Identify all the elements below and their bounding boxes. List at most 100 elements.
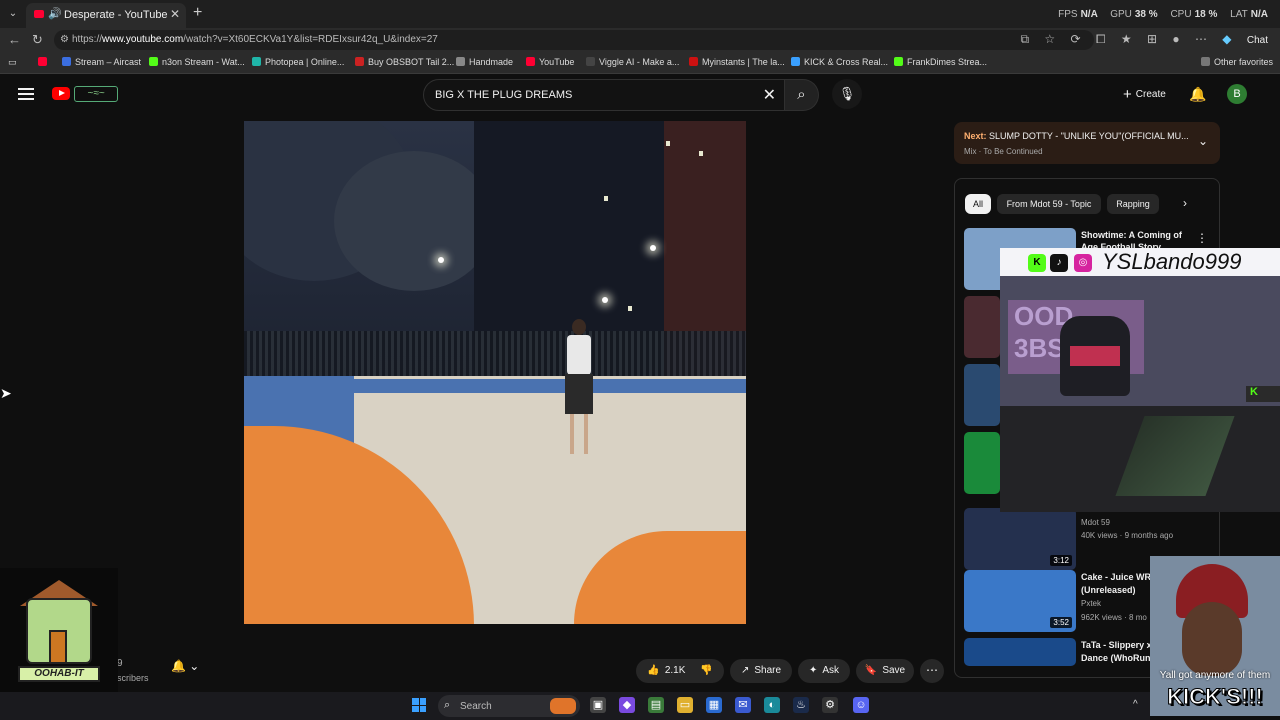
avatar[interactable]: B: [1227, 84, 1247, 104]
site-info-icon[interactable]: ⚙: [60, 34, 69, 45]
next-subtitle: Mix · To Be Continued: [964, 147, 1043, 156]
search-input[interactable]: BIG X THE PLUG DREAMS ✕: [423, 79, 785, 111]
clear-search-icon[interactable]: ✕: [763, 85, 776, 105]
lat-value: N/A: [1250, 9, 1268, 20]
bookmark-item[interactable]: Buy OBSBOT Tail 2...: [355, 57, 454, 67]
chat-button[interactable]: Chat: [1247, 35, 1268, 46]
save-button[interactable]: 🔖 Save: [856, 659, 914, 683]
chip-rapping[interactable]: Rapping: [1107, 194, 1159, 214]
chevron-right-icon[interactable]: ›: [1183, 196, 1187, 210]
settings-gear-icon[interactable]: ⚙: [822, 697, 838, 713]
related-video-channel[interactable]: Pxtek: [1081, 599, 1101, 608]
like-button[interactable]: 👍 2.1K: [647, 665, 685, 676]
person-figure: [562, 319, 596, 459]
guide-menu-icon[interactable]: [18, 88, 34, 100]
taskbar-search-label: Search: [460, 701, 492, 712]
system-tray-chevron-icon[interactable]: ^: [1133, 699, 1138, 710]
related-video-thumbnail[interactable]: 3:12: [964, 508, 1076, 570]
video-duration: 3:12: [1050, 555, 1072, 566]
related-video-thumbnail[interactable]: [964, 638, 1076, 666]
store-icon[interactable]: ▤: [648, 697, 664, 713]
youtube-doodle-icon[interactable]: ~≈~: [74, 86, 118, 102]
subscriber-count: scribers: [117, 673, 149, 683]
profile-icon[interactable]: ●: [1172, 32, 1179, 46]
refresh-extension-icon[interactable]: ⟳: [1070, 32, 1080, 46]
related-video-title[interactable]: TaTa - Slippery x: [1081, 640, 1152, 650]
dislike-button[interactable]: 👎: [700, 665, 712, 676]
bookmark-item[interactable]: Stream – Aircast: [62, 57, 141, 67]
back-icon[interactable]: ←: [8, 32, 21, 47]
app-icon[interactable]: ▦: [706, 697, 722, 713]
playlist-next-panel[interactable]: Next: SLUMP DOTTY - "UNLIKE YOU"(OFFICIA…: [954, 122, 1220, 164]
tab-close-icon[interactable]: ✕: [170, 7, 180, 21]
share-button[interactable]: ↗ Share: [730, 659, 792, 683]
logo-ribbon: OOHAB-IT: [18, 666, 100, 682]
search-button[interactable]: ⌕: [785, 79, 819, 111]
bookmark-item[interactable]: n3on Stream - Wat...: [149, 57, 245, 67]
address-bar-row: ← ↻ ⚙ https://www.youtube.com/watch?v=Xt…: [0, 28, 1280, 52]
related-video-title-line2[interactable]: Dance (WhoRun: [1081, 653, 1151, 663]
related-video-thumbnail[interactable]: [964, 364, 1000, 426]
reload-icon[interactable]: ↻: [32, 32, 43, 48]
related-video-title-line2[interactable]: (Unreleased): [1081, 585, 1136, 595]
related-video-channel[interactable]: Mdot 59: [1081, 518, 1110, 527]
more-actions-button[interactable]: ⋯: [920, 659, 944, 683]
favorite-star-icon[interactable]: ☆: [1044, 32, 1055, 46]
related-video-thumbnail[interactable]: 3:52: [964, 570, 1076, 632]
other-favorites[interactable]: Other favorites: [1201, 57, 1273, 67]
bookmark-youtube-icon[interactable]: [38, 57, 51, 67]
door-shape: [49, 630, 67, 664]
windows-start-icon[interactable]: [412, 698, 426, 712]
bookmark-item[interactable]: Photopea | Online...: [252, 57, 344, 67]
collections-icon[interactable]: ⊞: [1147, 32, 1157, 46]
bookmarks-menu-icon[interactable]: ▭: [8, 57, 17, 68]
window-light: [666, 141, 670, 146]
file-explorer-icon[interactable]: ▭: [677, 697, 693, 713]
meme-caption-small: Yall got anymore of them: [1159, 670, 1271, 681]
plus-icon: +: [1123, 86, 1132, 103]
related-video-title[interactable]: Showtime: A Coming of: [1081, 230, 1182, 240]
more-menu-icon[interactable]: ⋯: [1195, 32, 1207, 46]
video-player[interactable]: [244, 121, 746, 624]
bookmark-item[interactable]: Myinstants | The la...: [689, 57, 785, 67]
browser-tab-active[interactable]: 🔊 Desperate - YouTube ✕: [26, 3, 186, 28]
extensions-icon[interactable]: ⧠: [1096, 32, 1106, 46]
speaker-icon[interactable]: 🔊: [48, 7, 62, 20]
chip-all[interactable]: All: [965, 194, 991, 214]
bookmark-item[interactable]: KICK & Cross Real...: [791, 57, 888, 67]
ask-button[interactable]: ✦ Ask: [798, 659, 850, 683]
youtube-logo[interactable]: [52, 87, 70, 100]
related-video-thumbnail[interactable]: [964, 432, 1000, 494]
new-tab-button[interactable]: +: [193, 4, 202, 22]
subscription-bell-button[interactable]: 🔔 ⌄: [171, 659, 217, 683]
favorites-icon[interactable]: ★: [1121, 32, 1132, 46]
windows-taskbar: ⌕ Search ▣ ◆ ▤ ▭ ▦ ✉ ◐ ♨ ⚙ ☺ ^: [0, 692, 1150, 720]
task-view-icon[interactable]: ▣: [590, 697, 606, 713]
copilot-icon[interactable]: ◆: [1222, 32, 1231, 46]
bookmark-item[interactable]: Viggle AI - Make a...: [586, 57, 679, 67]
bookmark-item[interactable]: Handmade: [456, 57, 513, 67]
chip-from-channel[interactable]: From Mdot 59 - Topic: [997, 194, 1101, 214]
meme-overlay: Yall got anymore of them KICK'S!!!: [1150, 556, 1280, 716]
open-in-app-icon[interactable]: ⧉: [1020, 32, 1029, 46]
url-path: /watch?v=Xt60ECKVa1Y&list=RDEIxsur42q_U&…: [183, 34, 438, 45]
taskbar-search[interactable]: ⌕ Search: [438, 695, 580, 717]
mail-icon[interactable]: ✉: [735, 697, 751, 713]
notifications-bell-icon[interactable]: 🔔: [1189, 86, 1206, 103]
edge-browser-icon[interactable]: ◐: [764, 697, 780, 713]
related-video-thumbnail[interactable]: [964, 296, 1000, 358]
related-video-title[interactable]: Cake - Juice WR: [1081, 572, 1151, 582]
chevron-down-icon[interactable]: ⌄: [1198, 134, 1208, 148]
voice-search-button[interactable]: 🎙: [832, 79, 862, 109]
bookmark-item[interactable]: YouTube: [526, 57, 574, 67]
steam-icon[interactable]: ♨: [793, 697, 809, 713]
copilot-app-icon[interactable]: ◆: [619, 697, 635, 713]
discord-icon[interactable]: ☺: [853, 697, 869, 713]
tab-list-icon[interactable]: ⌄: [4, 5, 22, 23]
create-button[interactable]: + Create: [1117, 82, 1183, 108]
window-light: [628, 306, 632, 311]
bookmark-item[interactable]: FrankDimes Strea...: [894, 57, 987, 67]
url-field[interactable]: ⚙ https://www.youtube.com/watch?v=Xt60EC…: [54, 30, 1094, 50]
video-menu-icon[interactable]: ⋮: [1196, 231, 1208, 245]
tab-title: Desperate - YouTube: [64, 9, 168, 21]
